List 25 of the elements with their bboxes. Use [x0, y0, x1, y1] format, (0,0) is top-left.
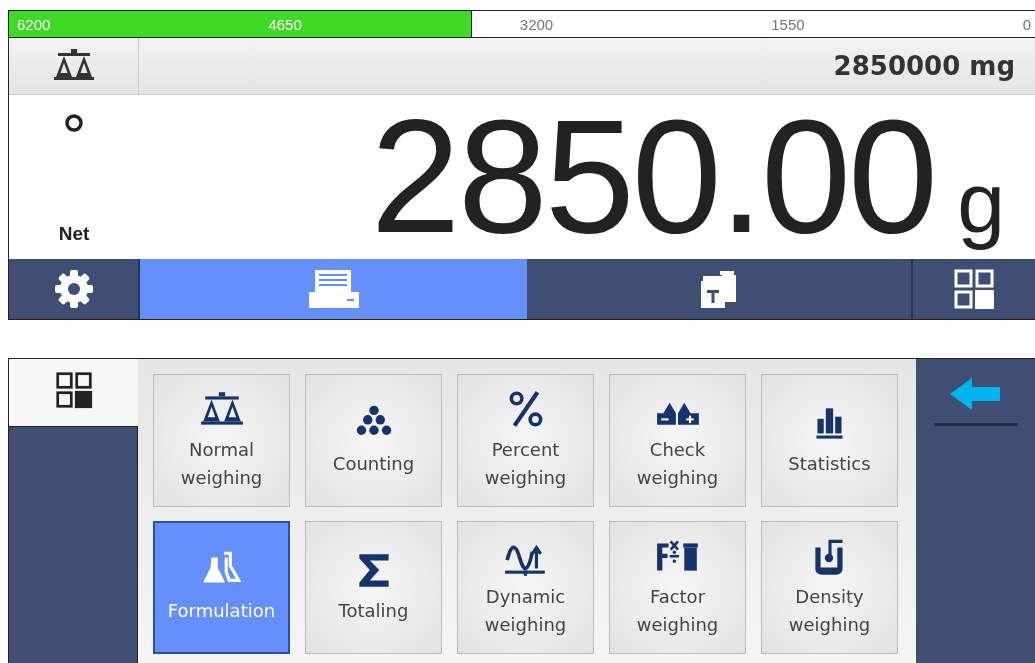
scale-tick-label: 6200 — [17, 15, 51, 33]
scale-tick-label: 0 — [1022, 15, 1031, 33]
stability-icon — [64, 113, 84, 134]
apps-grid-icon — [953, 268, 995, 311]
scale-tick-label: 4650 — [268, 15, 302, 33]
app-tile[interactable]: Check weighing — [609, 374, 746, 507]
gear-icon — [52, 268, 95, 311]
app-tile[interactable]: Statistics — [761, 374, 898, 507]
net-label: Net — [58, 223, 90, 246]
app-tile[interactable]: Dynamic weighing — [457, 521, 594, 654]
app-tile[interactable]: Factor weighing — [609, 521, 746, 654]
scale-tick-label: 3200 — [519, 15, 554, 33]
apps-tab[interactable] — [9, 359, 138, 427]
printer-icon — [306, 268, 361, 311]
app-tile[interactable]: Totaling — [305, 521, 442, 654]
app-tile[interactable]: Normal weighing — [153, 374, 290, 507]
scale-tick-label: 1550 — [771, 15, 805, 33]
app-tile[interactable]: Density weighing — [761, 521, 898, 654]
back-arrow-icon — [949, 377, 1002, 411]
app-tile[interactable]: Percent weighing — [457, 374, 594, 507]
app-tile[interactable]: Counting — [305, 374, 442, 507]
apps-grid-icon — [54, 371, 93, 409]
back-button[interactable] — [933, 377, 1018, 426]
weight-value: 2850.00 — [370, 95, 936, 258]
secondary-reading: 2850000 mg — [833, 51, 1015, 82]
